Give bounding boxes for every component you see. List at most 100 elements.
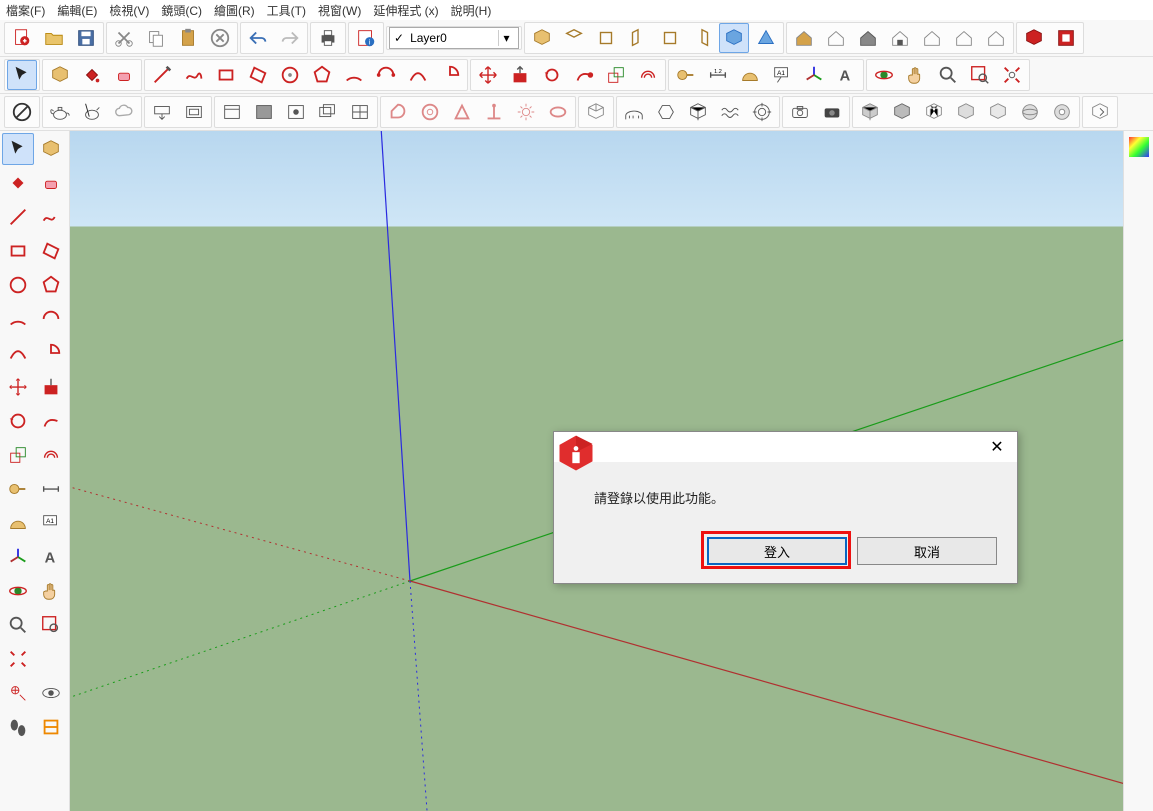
side-paint-button[interactable] bbox=[2, 167, 34, 199]
teapot-1-button[interactable] bbox=[45, 97, 75, 127]
side-walk-button[interactable] bbox=[2, 711, 34, 743]
iso-view-2-button[interactable] bbox=[719, 23, 749, 53]
side-3pt-arc-button[interactable] bbox=[2, 337, 34, 369]
shape-4-button[interactable] bbox=[479, 97, 509, 127]
window-2-button[interactable] bbox=[249, 97, 279, 127]
house-1-button[interactable] bbox=[789, 23, 819, 53]
layer-dropdown[interactable]: ✓ Layer0 ▾ bbox=[389, 27, 519, 49]
side-rectangle-button[interactable] bbox=[2, 235, 34, 267]
camera-dark-button[interactable] bbox=[817, 97, 847, 127]
house-7-button[interactable] bbox=[981, 23, 1011, 53]
frame-button[interactable] bbox=[179, 97, 209, 127]
no-symbol-button[interactable] bbox=[7, 97, 37, 127]
eraser-button[interactable] bbox=[109, 60, 139, 90]
shape-2-button[interactable] bbox=[415, 97, 445, 127]
menu-edit[interactable]: 編輯(E) bbox=[57, 2, 97, 19]
side-arc-button[interactable] bbox=[2, 303, 34, 335]
front-view-button[interactable] bbox=[591, 23, 621, 53]
side-freehand-button[interactable] bbox=[36, 201, 68, 233]
sphere-button[interactable] bbox=[1015, 97, 1045, 127]
target-button[interactable] bbox=[747, 97, 777, 127]
side-pie-button[interactable] bbox=[36, 337, 68, 369]
iso-view-1-button[interactable] bbox=[527, 23, 557, 53]
teapot-2-button[interactable] bbox=[77, 97, 107, 127]
menu-tools[interactable]: 工具(T) bbox=[267, 2, 306, 19]
back-view-button[interactable] bbox=[655, 23, 685, 53]
cube-wire-button[interactable] bbox=[683, 97, 713, 127]
side-zoom-extents-button[interactable] bbox=[2, 643, 34, 675]
arc-tool-button[interactable] bbox=[339, 60, 369, 90]
open-file-button[interactable] bbox=[39, 23, 69, 53]
side-rotated-rect-button[interactable] bbox=[36, 235, 68, 267]
side-line-button[interactable] bbox=[2, 201, 34, 233]
side-circle-button[interactable] bbox=[2, 269, 34, 301]
side-eraser-button[interactable] bbox=[36, 167, 68, 199]
cube-arrow-button[interactable] bbox=[1085, 97, 1115, 127]
side-previous-button[interactable] bbox=[36, 643, 68, 675]
side-axes-button[interactable] bbox=[2, 541, 34, 573]
menu-camera[interactable]: 鏡頭(C) bbox=[161, 2, 202, 19]
side-select-button[interactable] bbox=[2, 133, 34, 165]
house-5-button[interactable] bbox=[917, 23, 947, 53]
zoom-extents-button[interactable] bbox=[997, 60, 1027, 90]
side-position-camera-button[interactable] bbox=[2, 677, 34, 709]
login-button[interactable]: 登入 bbox=[707, 537, 847, 565]
tape-measure-button[interactable] bbox=[671, 60, 701, 90]
close-icon[interactable]: ✕ bbox=[985, 435, 1009, 459]
protractor-button[interactable] bbox=[735, 60, 765, 90]
menu-draw[interactable]: 繪圖(R) bbox=[214, 2, 255, 19]
color-swatch-icon[interactable] bbox=[1127, 135, 1151, 159]
menu-extensions[interactable]: 延伸程式 (x) bbox=[373, 2, 438, 19]
select-tool-button[interactable] bbox=[7, 60, 37, 90]
side-rotate-button[interactable] bbox=[2, 405, 34, 437]
redo-button[interactable] bbox=[275, 23, 305, 53]
top-view-button[interactable] bbox=[559, 23, 589, 53]
side-component-button[interactable] bbox=[36, 133, 68, 165]
left-view-button[interactable] bbox=[687, 23, 717, 53]
grid-cube-2-button[interactable] bbox=[887, 97, 917, 127]
house-6-button[interactable] bbox=[949, 23, 979, 53]
window-1-button[interactable] bbox=[217, 97, 247, 127]
house-4-button[interactable] bbox=[885, 23, 915, 53]
waves-button[interactable] bbox=[715, 97, 745, 127]
right-view-button[interactable] bbox=[623, 23, 653, 53]
sun-button[interactable] bbox=[511, 97, 541, 127]
zoom-button[interactable] bbox=[933, 60, 963, 90]
print-button[interactable] bbox=[313, 23, 343, 53]
hex-button[interactable] bbox=[651, 97, 681, 127]
side-scale-button[interactable] bbox=[2, 439, 34, 471]
side-orbit-button[interactable] bbox=[2, 575, 34, 607]
paste-button[interactable] bbox=[173, 23, 203, 53]
paint-bucket-button[interactable] bbox=[77, 60, 107, 90]
pan-button[interactable] bbox=[901, 60, 931, 90]
side-zoom-button[interactable] bbox=[2, 609, 34, 641]
freehand-tool-button[interactable] bbox=[179, 60, 209, 90]
ring-button[interactable] bbox=[543, 97, 573, 127]
text-tool-button[interactable]: A1 bbox=[767, 60, 797, 90]
3pt-arc-button[interactable] bbox=[403, 60, 433, 90]
undo-button[interactable] bbox=[243, 23, 273, 53]
side-text-button[interactable]: A1 bbox=[36, 507, 68, 539]
side-followme-button[interactable] bbox=[36, 405, 68, 437]
grid-cube-3-button[interactable] bbox=[919, 97, 949, 127]
grid-cube-1-button[interactable] bbox=[855, 97, 885, 127]
delete-button[interactable] bbox=[205, 23, 235, 53]
window-3-button[interactable] bbox=[281, 97, 311, 127]
rotate-tool-button[interactable] bbox=[537, 60, 567, 90]
side-dimension-button[interactable] bbox=[36, 473, 68, 505]
house-2-button[interactable] bbox=[821, 23, 851, 53]
side-3d-text-button[interactable]: A bbox=[36, 541, 68, 573]
pushpull-button[interactable] bbox=[505, 60, 535, 90]
zoom-window-button[interactable] bbox=[965, 60, 995, 90]
camera-button[interactable] bbox=[785, 97, 815, 127]
window-stack-button[interactable] bbox=[313, 97, 343, 127]
line-tool-button[interactable] bbox=[147, 60, 177, 90]
chevron-down-icon[interactable]: ▾ bbox=[498, 30, 514, 46]
grid-cube-5-button[interactable] bbox=[983, 97, 1013, 127]
side-offset-button[interactable] bbox=[36, 439, 68, 471]
menu-view[interactable]: 檢視(V) bbox=[109, 2, 149, 19]
side-tape-button[interactable] bbox=[2, 473, 34, 505]
bridge-button[interactable] bbox=[619, 97, 649, 127]
rect-down-button[interactable] bbox=[147, 97, 177, 127]
menu-window[interactable]: 視窗(W) bbox=[318, 2, 361, 19]
